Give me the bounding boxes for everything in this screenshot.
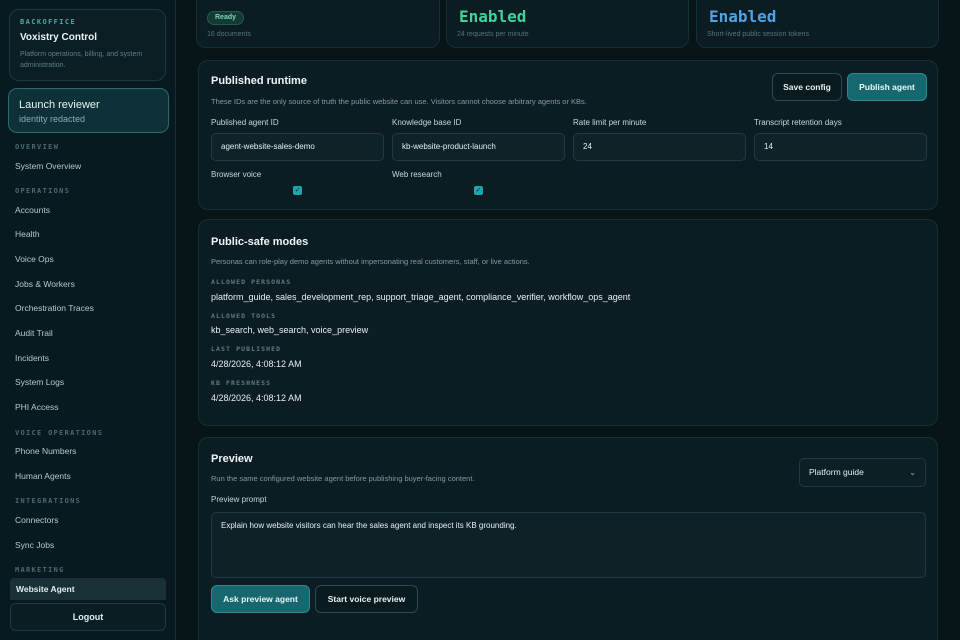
- allowed-tools-value: kb_search, web_search, voice_preview: [211, 325, 369, 335]
- sidebar-item-orchestration-traces[interactable]: Orchestration Traces: [15, 301, 94, 315]
- retention-input[interactable]: 14: [754, 133, 927, 161]
- agent-id-input[interactable]: agent-website-sales-demo: [211, 133, 384, 161]
- nav-section-overview: OVERVIEW: [15, 143, 60, 151]
- chevron-down-icon: ⌄: [909, 468, 916, 477]
- browser-voice-checkbox[interactable]: ✓: [293, 186, 302, 195]
- published-runtime-card: Published runtime These IDs are the only…: [198, 60, 938, 210]
- status-badge: Ready: [207, 11, 245, 25]
- preview-card: Preview Run the same configured website …: [198, 437, 938, 640]
- user-name: Launch reviewer: [19, 99, 100, 111]
- kb-freshness-label: KB FRESHNESS: [211, 379, 272, 387]
- user-card[interactable]: Launch reviewer identity redacted: [8, 88, 169, 133]
- nav-section-operations: OPERATIONS: [15, 187, 71, 195]
- card-title: Preview: [211, 453, 253, 465]
- stat-value: Enabled: [709, 7, 777, 26]
- card-description: Run the same configured website agent be…: [211, 474, 475, 483]
- sidebar-item-health[interactable]: Health: [15, 227, 40, 241]
- persona-select-value: Platform guide: [809, 467, 864, 477]
- stat-subtitle: 16 documents: [207, 31, 251, 38]
- allowed-personas-label: ALLOWED PERSONAS: [211, 278, 292, 286]
- brand-card: BACKOFFICE Voxistry Control Platform ope…: [9, 9, 166, 81]
- stat-subtitle: Short-lived public session tokens: [707, 31, 809, 38]
- card-title: Published runtime: [211, 75, 307, 87]
- start-voice-preview-button[interactable]: Start voice preview: [315, 585, 418, 613]
- kb-freshness-value: 4/28/2026, 4:08:12 AM: [211, 393, 302, 403]
- last-published-value: 4/28/2026, 4:08:12 AM: [211, 359, 302, 369]
- sidebar: BACKOFFICE Voxistry Control Platform ope…: [0, 0, 176, 640]
- allowed-tools-label: ALLOWED TOOLS: [211, 312, 277, 320]
- stat-value: Enabled: [459, 7, 527, 26]
- sidebar-item-sync-jobs[interactable]: Sync Jobs: [15, 538, 54, 552]
- card-description: These IDs are the only source of truth t…: [211, 97, 587, 106]
- sidebar-item-jobs-workers[interactable]: Jobs & Workers: [15, 277, 75, 291]
- public-safe-modes-card: Public-safe modes Personas can role-play…: [198, 219, 938, 426]
- preview-prompt-textarea[interactable]: Explain how website visitors can hear th…: [211, 512, 926, 578]
- sidebar-item-website-agent[interactable]: Website Agent: [10, 578, 166, 600]
- sidebar-item-audit-trail[interactable]: Audit Trail: [15, 326, 53, 340]
- agent-id-label: Published agent ID: [211, 118, 279, 127]
- sidebar-item-incidents[interactable]: Incidents: [15, 351, 49, 365]
- preview-prompt-label: Preview prompt: [211, 495, 267, 504]
- stat-card-kb: Ready 16 documents: [196, 0, 440, 48]
- card-title: Public-safe modes: [211, 236, 309, 248]
- ask-preview-agent-button[interactable]: Ask preview agent: [211, 585, 310, 613]
- nav-section-voice-operations: VOICE OPERATIONS: [15, 429, 104, 437]
- sidebar-item-connectors[interactable]: Connectors: [15, 513, 58, 527]
- sidebar-item-phi-access[interactable]: PHI Access: [15, 400, 58, 414]
- rate-limit-label: Rate limit per minute: [573, 118, 647, 127]
- sidebar-item-voice-ops[interactable]: Voice Ops: [15, 252, 54, 266]
- save-config-button[interactable]: Save config: [772, 73, 842, 101]
- last-published-label: LAST PUBLISHED: [211, 345, 282, 353]
- browser-voice-label: Browser voice: [211, 170, 262, 179]
- user-subtitle: identity redacted: [19, 114, 86, 124]
- sidebar-item-system-logs[interactable]: System Logs: [15, 375, 64, 389]
- stat-subtitle: 24 requests per minute: [457, 31, 529, 38]
- web-research-checkbox[interactable]: ✓: [474, 186, 483, 195]
- sidebar-item-human-agents[interactable]: Human Agents: [15, 469, 71, 483]
- rate-limit-input[interactable]: 24: [573, 133, 746, 161]
- publish-agent-button[interactable]: Publish agent: [847, 73, 927, 101]
- sidebar-item-accounts[interactable]: Accounts: [15, 203, 50, 217]
- kb-id-label: Knowledge base ID: [392, 118, 462, 127]
- sidebar-item-phone-numbers[interactable]: Phone Numbers: [15, 444, 76, 458]
- stat-card-rate-limit: Enabled 24 requests per minute: [446, 0, 689, 48]
- kb-id-input[interactable]: kb-website-product-launch: [392, 133, 565, 161]
- brand-title: Voxistry Control: [20, 32, 98, 43]
- retention-label: Transcript retention days: [754, 118, 842, 127]
- allowed-personas-value: platform_guide, sales_development_rep, s…: [211, 292, 631, 302]
- logout-button[interactable]: Logout: [10, 603, 166, 631]
- brand-description: Platform operations, billing, and system…: [20, 51, 143, 69]
- sidebar-item-system-overview[interactable]: System Overview: [15, 159, 81, 173]
- stat-card-session: Enabled Short-lived public session token…: [696, 0, 939, 48]
- card-description: Personas can role-play demo agents witho…: [211, 257, 530, 266]
- nav-section-marketing: MARKETING: [15, 566, 65, 574]
- nav-section-integrations: INTEGRATIONS: [15, 497, 82, 505]
- brand-eyebrow: BACKOFFICE: [20, 18, 77, 26]
- persona-select[interactable]: Platform guide ⌄: [799, 458, 926, 487]
- web-research-label: Web research: [392, 170, 442, 179]
